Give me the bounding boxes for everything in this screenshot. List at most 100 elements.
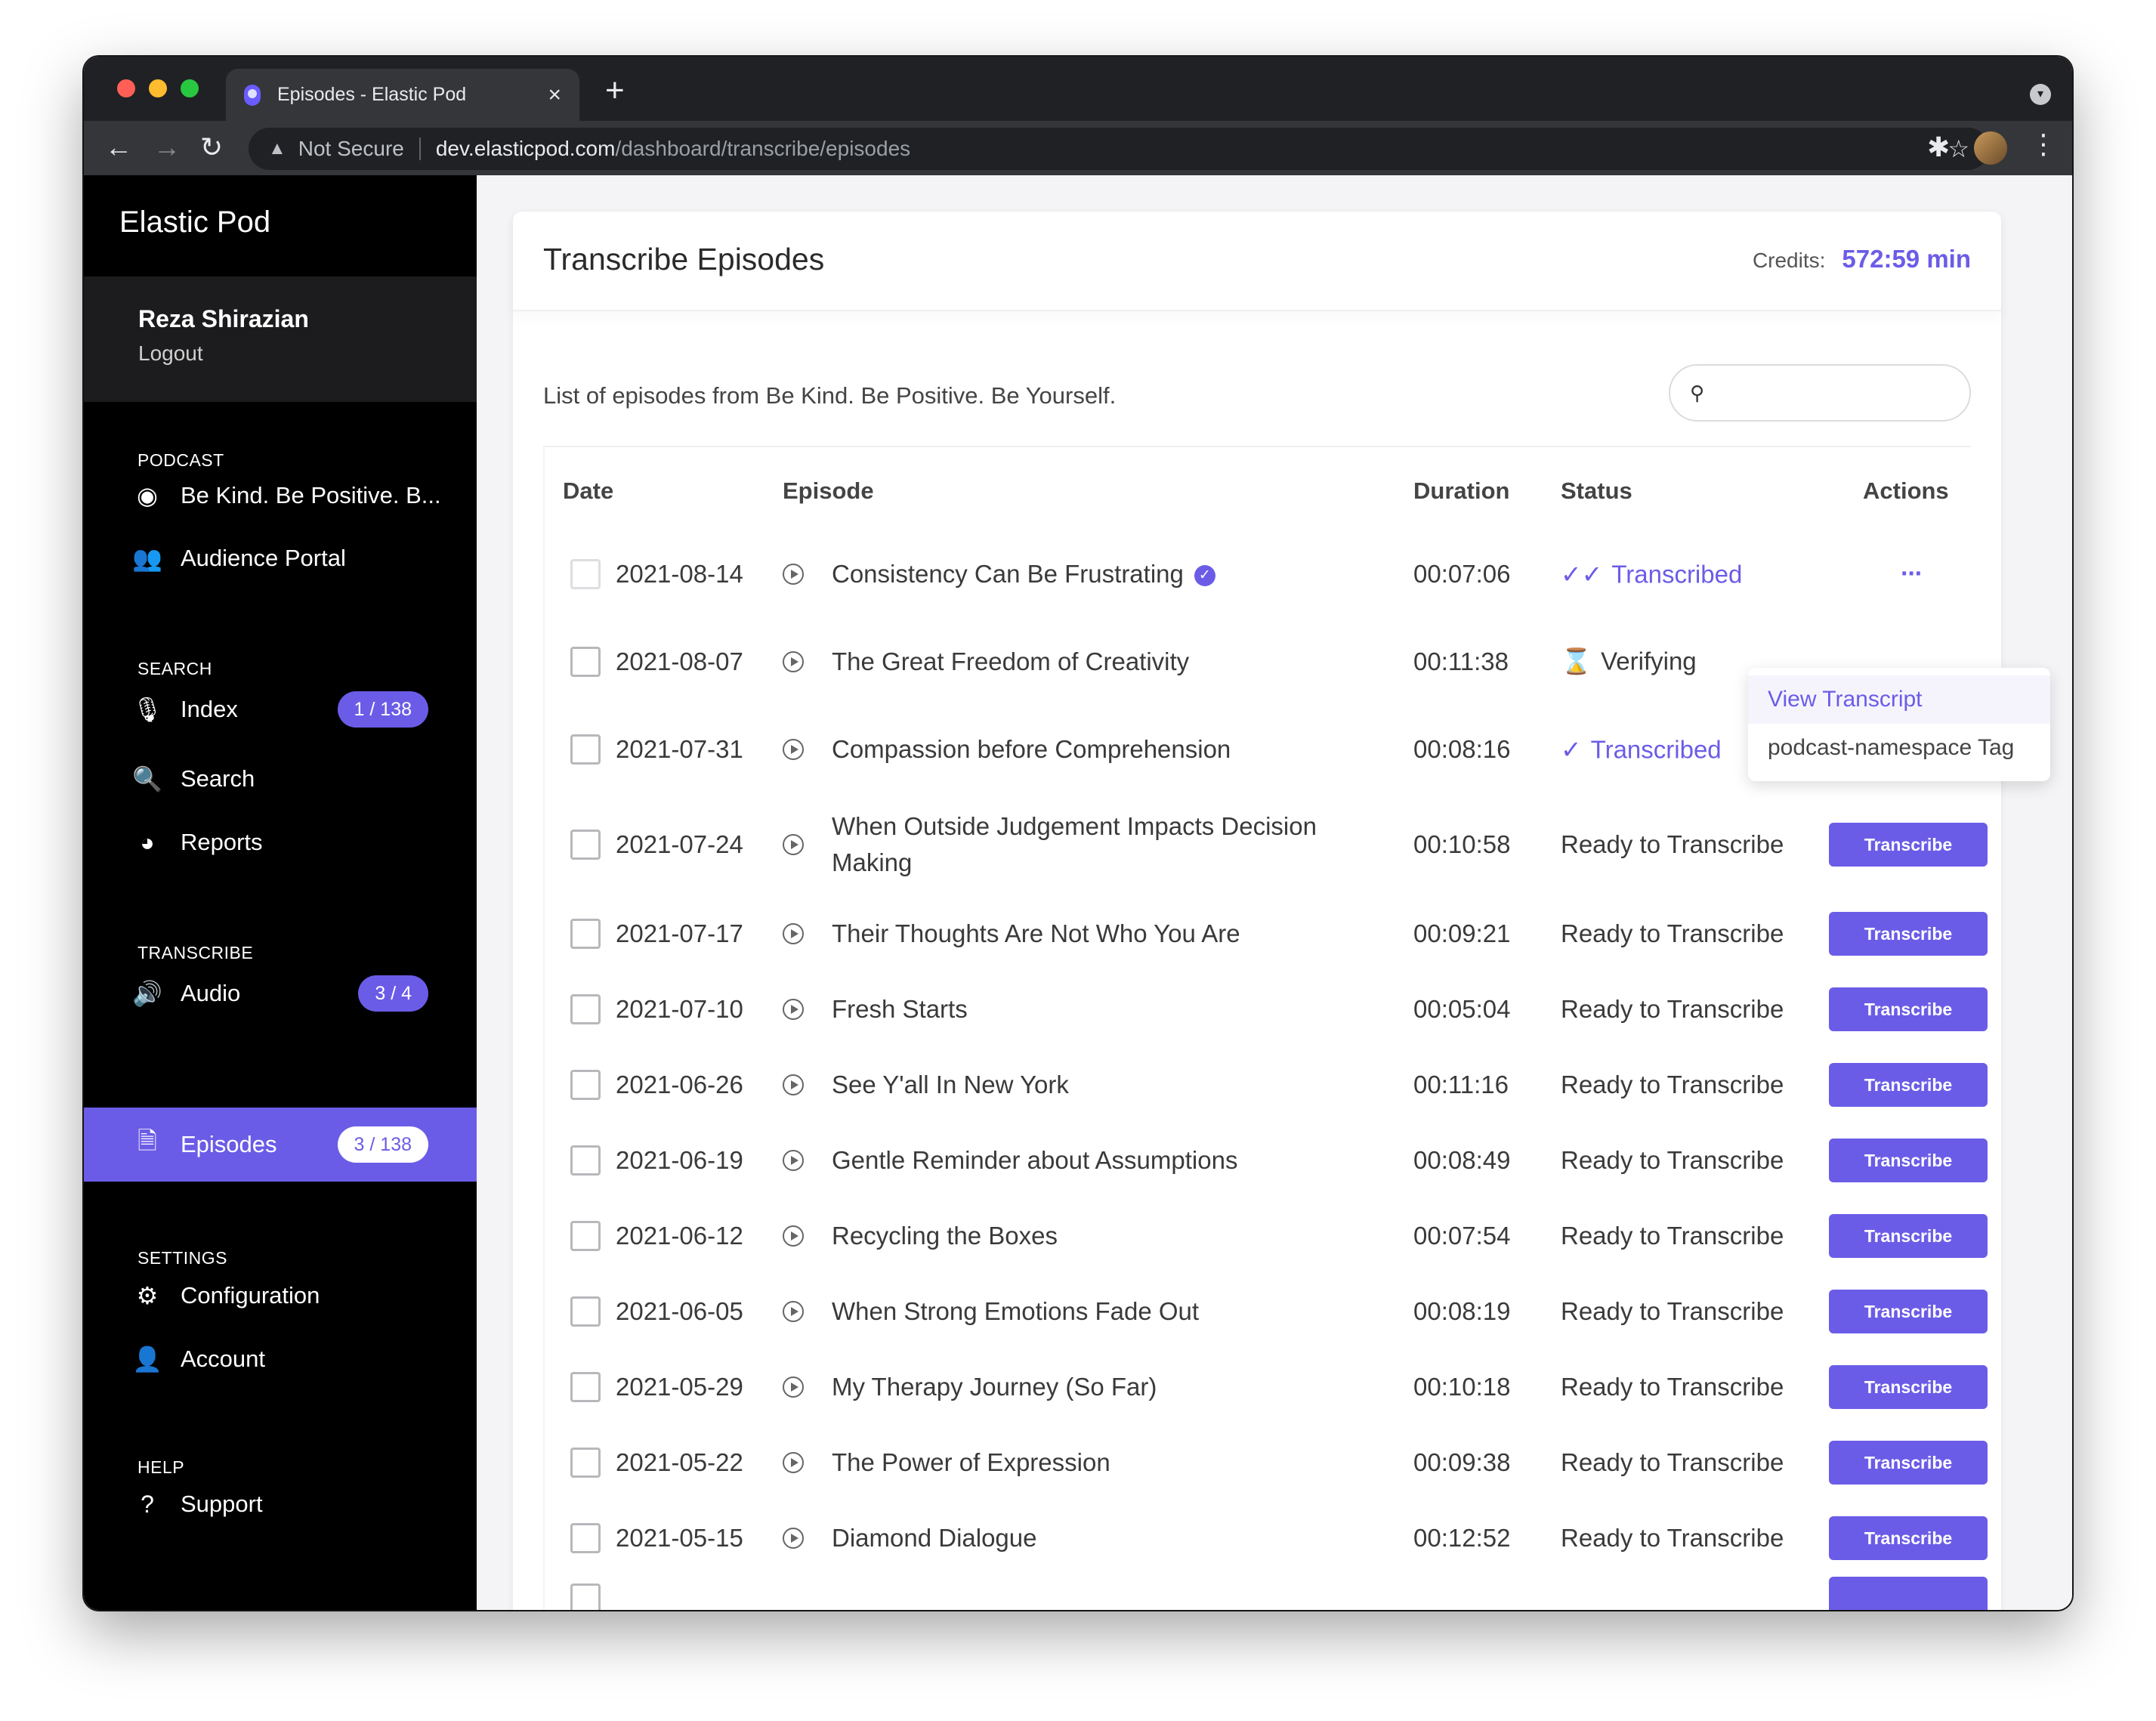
header-duration[interactable]: Duration [1413, 477, 1509, 505]
warning-icon: ▲ [268, 138, 286, 159]
episode-duration: 00:09:21 [1413, 919, 1511, 947]
transcribe-button[interactable]: Transcribe [1829, 1441, 1988, 1485]
play-icon[interactable] [783, 834, 804, 855]
row-checkbox[interactable] [570, 1070, 601, 1100]
play-icon[interactable] [783, 1225, 804, 1247]
transcribe-button[interactable]: Transcribe [1829, 912, 1988, 956]
profile-avatar[interactable] [1974, 131, 2007, 165]
user-icon: 👤 [132, 1346, 162, 1373]
browser-menu-icon[interactable]: ⋮ [2030, 128, 2057, 160]
episode-status: Ready to Transcribe [1561, 1146, 1784, 1174]
browser-toolbar: ← → ↻ ▲ Not Secure dev.elasticpod.com/da… [84, 121, 2072, 175]
episode-title-text: Consistency Can Be Frustrating [832, 560, 1184, 588]
transcribe-button[interactable]: Transcribe [1829, 1365, 1988, 1409]
play-icon[interactable] [783, 739, 804, 760]
row-checkbox[interactable] [570, 1296, 601, 1327]
transcribe-button[interactable] [1829, 1577, 1988, 1610]
minimize-window-button[interactable] [149, 79, 167, 97]
play-icon[interactable] [783, 1452, 804, 1473]
maximize-window-button[interactable] [181, 79, 199, 97]
sidebar-item-index[interactable]: 🎙 Index 1 / 138 [84, 672, 477, 746]
credits-label: Credits: [1752, 249, 1826, 272]
sidebar-item-support[interactable]: ? Support [84, 1467, 477, 1541]
header-date[interactable]: Date [563, 477, 613, 505]
sidebar-item-audio[interactable]: 🔊 Audio 3 / 4 [84, 956, 477, 1030]
back-arrow-icon[interactable]: ← [105, 131, 132, 163]
microphone-icon: 🎙 [132, 696, 163, 723]
header-status[interactable]: Status [1561, 477, 1632, 505]
episode-title: Fresh Starts [832, 995, 968, 1023]
volume-icon: 🔊 [132, 980, 162, 1007]
transcribe-button[interactable]: Transcribe [1829, 1516, 1988, 1560]
row-checkbox[interactable] [570, 1448, 601, 1478]
play-icon[interactable] [783, 1528, 804, 1549]
episode-title: When Strong Emotions Fade Out [832, 1297, 1200, 1325]
bookmark-star-icon[interactable]: ☆ [1948, 134, 1969, 163]
row-checkbox[interactable] [570, 1372, 601, 1402]
status-text: Transcribed [1611, 560, 1743, 589]
extensions-puzzle-icon[interactable]: ✱ [1927, 131, 1950, 163]
table-row: 2021-05-22 The Power of Expression 00:09… [545, 1425, 1988, 1500]
view-transcript-menu-item[interactable]: View Transcript [1748, 675, 2050, 724]
transcribe-button[interactable]: Transcribe [1829, 1290, 1988, 1333]
transcribe-button[interactable]: Transcribe [1829, 1139, 1988, 1182]
row-checkbox[interactable] [570, 1145, 601, 1176]
close-tab-icon[interactable]: × [548, 82, 561, 108]
transcribe-button[interactable]: Transcribe [1829, 1063, 1988, 1107]
episode-duration: 00:11:38 [1413, 647, 1509, 675]
episode-search[interactable]: ⚲ [1669, 364, 1990, 422]
row-checkbox[interactable] [570, 1584, 601, 1610]
sidebar-item-account[interactable]: 👤 Account [84, 1322, 477, 1396]
episodes-card: Transcribe Episodes Credits: 572:59 min … [513, 212, 2001, 1610]
namespace-tag-menu-item[interactable]: podcast-namespace Tag [1748, 724, 2050, 772]
play-icon[interactable] [783, 1301, 804, 1322]
header-episode[interactable]: Episode [783, 477, 874, 505]
row-checkbox[interactable] [570, 919, 601, 949]
double-check-icon: ✓✓ [1561, 560, 1603, 589]
reload-icon[interactable]: ↻ [200, 131, 223, 163]
row-checkbox[interactable] [570, 830, 601, 860]
status-text: Verifying [1601, 647, 1697, 675]
row-checkbox[interactable] [570, 647, 601, 677]
row-checkbox[interactable] [570, 1523, 601, 1553]
play-icon[interactable] [783, 923, 804, 944]
row-checkbox[interactable] [570, 734, 601, 765]
play-icon[interactable] [783, 1376, 804, 1398]
tab-search-icon[interactable]: ▾ [2030, 84, 2051, 105]
episode-duration: 00:09:38 [1413, 1448, 1511, 1476]
search-input[interactable] [1716, 381, 1990, 405]
episode-title: The Power of Expression [832, 1448, 1110, 1476]
sidebar-item-audience-portal[interactable]: 👥 Audience Portal [84, 521, 477, 595]
episode-date: 2021-05-29 [616, 1373, 743, 1401]
url-path: /dashboard/transcribe/episodes [615, 137, 911, 160]
row-checkbox[interactable] [570, 1221, 601, 1251]
new-tab-button[interactable]: + [605, 72, 625, 110]
address-bar[interactable]: ▲ Not Secure dev.elasticpod.com/dashboar… [249, 128, 1989, 170]
episode-date: 2021-06-05 [616, 1297, 743, 1325]
row-actions-menu-icon[interactable]: ··· [1901, 560, 1923, 589]
play-icon[interactable] [783, 651, 804, 672]
forward-arrow-icon[interactable]: → [153, 131, 181, 163]
episode-status: ✓ Transcribed [1561, 735, 1722, 765]
episode-date: 2021-05-22 [616, 1448, 743, 1476]
close-window-button[interactable] [117, 79, 135, 97]
episode-duration: 00:10:18 [1413, 1373, 1511, 1401]
sidebar-item-reports[interactable]: ◕ Reports [84, 805, 477, 879]
row-checkbox[interactable] [570, 994, 601, 1024]
play-icon[interactable] [783, 1150, 804, 1171]
browser-tab[interactable]: Episodes - Elastic Pod × [226, 69, 579, 121]
address-divider [419, 137, 421, 160]
row-checkbox[interactable] [570, 559, 601, 589]
sidebar-item-episodes[interactable]: 🗎 Episodes 3 / 138 [84, 1108, 477, 1182]
play-icon[interactable] [783, 1074, 804, 1095]
episode-duration: 00:08:49 [1413, 1146, 1511, 1174]
table-row: 2021-05-29 My Therapy Journey (So Far) 0… [545, 1349, 1988, 1425]
transcribe-button[interactable]: Transcribe [1829, 1214, 1988, 1258]
logout-link[interactable]: Logout [138, 341, 203, 366]
transcribe-button[interactable]: Transcribe [1829, 823, 1988, 867]
play-icon[interactable] [783, 564, 804, 585]
play-icon[interactable] [783, 999, 804, 1020]
transcribe-button[interactable]: Transcribe [1829, 987, 1988, 1031]
episode-title: See Y'all In New York [832, 1071, 1069, 1098]
browser-window: Episodes - Elastic Pod × + ▾ ← → ↻ ▲ Not… [84, 57, 2072, 1610]
